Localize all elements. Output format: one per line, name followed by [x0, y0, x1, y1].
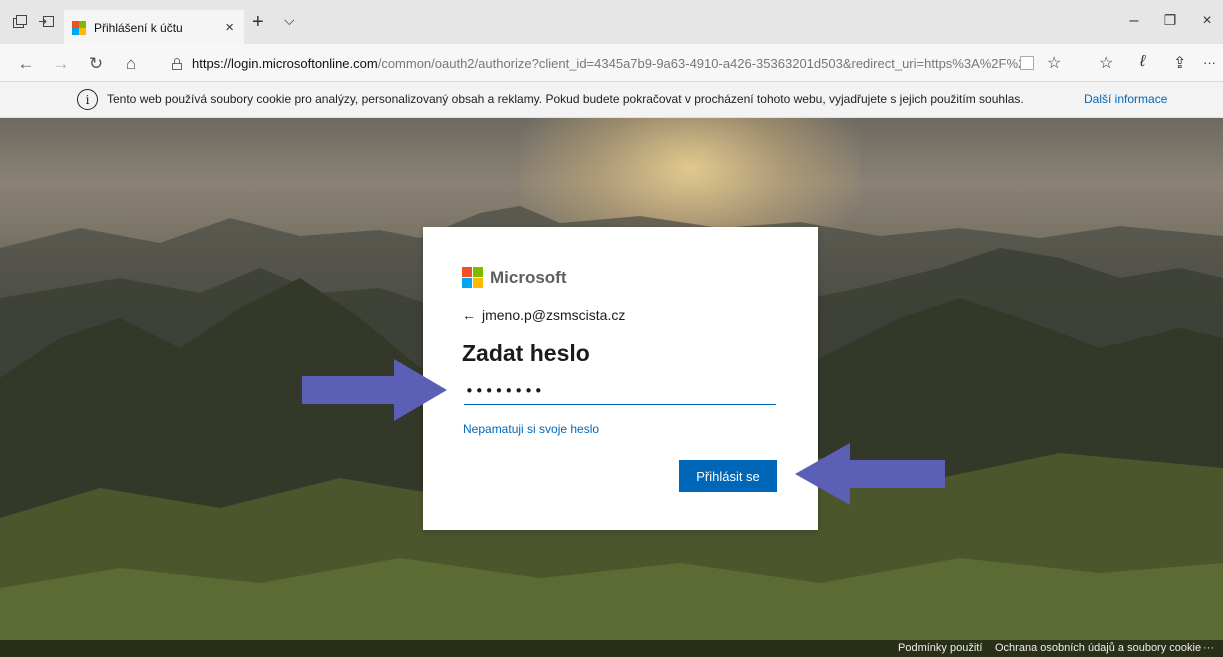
favorite-star-icon[interactable]: ☆ — [1047, 53, 1061, 73]
navigation-bar: ← → ↻ ⌂ https://login.microsoftonline.co… — [0, 44, 1223, 82]
tab-close-icon[interactable]: × — [225, 19, 234, 36]
address-bar[interactable]: https://login.microsoftonline.com/common… — [168, 50, 1026, 76]
share-icon[interactable]: ⇪ — [1173, 53, 1186, 73]
arrow-to-password-icon — [302, 359, 447, 421]
set-aside-tabs-icon[interactable] — [38, 14, 54, 28]
tab-preview-chevron-icon[interactable]: ⌵ — [284, 12, 295, 29]
account-email: jmeno.p@zsmscista.cz — [482, 307, 626, 323]
tab-active[interactable]: Přihlášení k účtu × — [64, 10, 244, 44]
browser-window: Přihlášení k účtu × + ⌵ – ❐ × ← → ↻ ⌂ ht… — [0, 0, 1223, 657]
favorites-hub-icon[interactable]: ☆ — [1099, 53, 1113, 73]
microsoft-logo-icon — [462, 267, 483, 288]
footer: Podmínky použití Ochrana osobních údajů … — [0, 640, 1223, 657]
more-menu-icon[interactable]: ··· — [1203, 55, 1216, 70]
tab-title: Přihlášení k účtu — [94, 21, 183, 35]
home-button[interactable]: ⌂ — [121, 53, 141, 73]
back-button[interactable]: ← — [16, 53, 36, 73]
forward-button[interactable]: → — [51, 53, 71, 73]
forgot-password-link[interactable]: Nepamatuji si svoje heslo — [463, 422, 599, 436]
cookie-text: Tento web používá soubory cookie pro ana… — [107, 92, 1024, 106]
arrow-to-signin-icon — [795, 443, 945, 505]
lock-icon — [172, 57, 182, 70]
tab-bar: Přihlášení k účtu × + ⌵ – ❐ × — [0, 0, 1223, 44]
account-back-row[interactable]: ← jmeno.p@zsmscista.cz — [462, 307, 625, 323]
microsoft-favicon-icon — [72, 21, 86, 35]
login-card: Microsoft ← jmeno.p@zsmscista.cz Zadat h… — [423, 227, 818, 530]
page-title: Zadat heslo — [462, 340, 590, 366]
refresh-button[interactable]: ↻ — [86, 53, 106, 73]
back-arrow-icon[interactable]: ← — [462, 307, 476, 323]
new-tab-button[interactable]: + — [252, 12, 264, 32]
web-notes-icon[interactable]: ℓ — [1140, 53, 1145, 71]
sign-in-button[interactable]: Přihlásit se — [679, 460, 777, 492]
reading-view-icon[interactable] — [1020, 56, 1034, 70]
tab-actions-icon[interactable] — [12, 14, 28, 28]
cookie-banner: i Tento web používá soubory cookie pro a… — [0, 82, 1223, 118]
cookie-more-info-link[interactable]: Další informace — [1084, 92, 1167, 106]
brand-name: Microsoft — [490, 267, 567, 287]
password-input[interactable] — [464, 377, 776, 405]
brand: Microsoft — [462, 267, 567, 288]
terms-link[interactable]: Podmínky použití — [898, 642, 982, 654]
privacy-link[interactable]: Ochrana osobních údajů a soubory cookie — [995, 642, 1201, 654]
url-host: https://login.microsoftonline.com — [192, 55, 378, 71]
footer-more-icon[interactable]: ··· — [1203, 642, 1214, 654]
url-path: /common/oauth2/authorize?client_id=4345a… — [377, 55, 1026, 71]
info-icon: i — [77, 89, 98, 110]
minimize-button[interactable]: – — [1124, 12, 1144, 30]
restore-button[interactable]: ❐ — [1160, 12, 1180, 29]
close-window-button[interactable]: × — [1197, 12, 1217, 30]
